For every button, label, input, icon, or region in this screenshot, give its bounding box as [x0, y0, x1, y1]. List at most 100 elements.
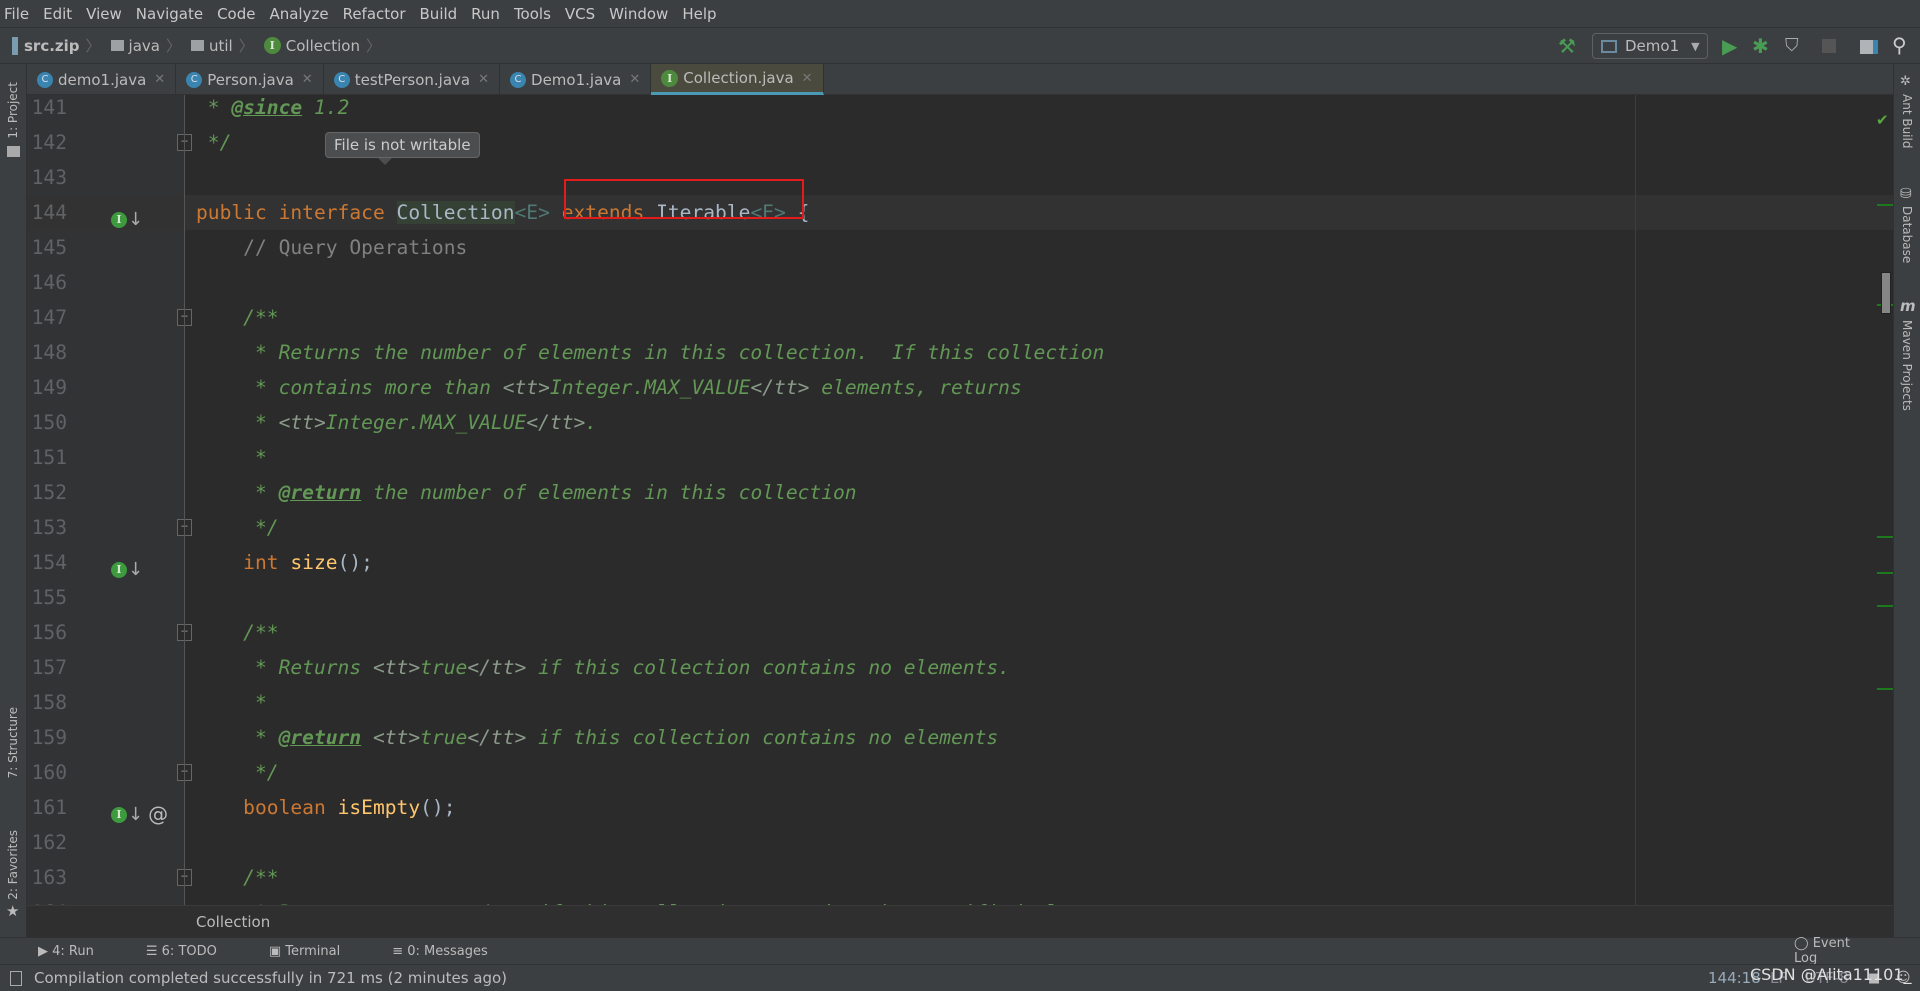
menu-build[interactable]: Build	[420, 5, 458, 23]
menu-navigate[interactable]: Navigate	[136, 5, 203, 23]
event-log-button[interactable]: ◯ Event Log	[1794, 936, 1894, 966]
code-token: */	[196, 516, 279, 539]
tab-demo1-java[interactable]: Cdemo1.java ✕	[27, 64, 177, 95]
breadcrumb-java[interactable]: java 〉	[110, 35, 181, 56]
tool-structure[interactable]: 7: Structure	[6, 707, 20, 778]
code-line: 149 * contains more than <tt>Integer.MAX…	[27, 370, 1893, 405]
code-line: 161 I ↓ @ boolean isEmpty();	[27, 790, 1893, 826]
code-token: *	[196, 96, 232, 119]
star-icon: ★	[6, 902, 20, 920]
close-tab-icon[interactable]: ✕	[302, 72, 313, 87]
run-with-coverage-icon[interactable]: ⛉	[1785, 35, 1799, 56]
breadcrumb-collection[interactable]: I Collection 〉	[263, 35, 381, 56]
tool-maven-projects[interactable]: Maven Projects	[1900, 320, 1914, 411]
tab-testperson-java[interactable]: CtestPerson.java ✕	[324, 64, 501, 95]
change-marker[interactable]	[1877, 536, 1893, 538]
tool-favorites[interactable]: 2: Favorites	[6, 830, 20, 900]
code-token: /**	[196, 621, 279, 644]
code-line: 162	[27, 825, 1893, 860]
line-number: 162	[31, 831, 67, 854]
code-token: Integer.MAX_VALUE	[325, 411, 527, 434]
code-token: <tt>	[372, 726, 421, 749]
archive-icon	[12, 36, 18, 55]
code-text: boolean isEmpty();	[196, 790, 455, 825]
code-line: 154 I ↓ int size();	[27, 545, 1893, 580]
change-marker[interactable]	[1877, 605, 1893, 607]
code-line: 142− */	[27, 125, 1893, 160]
search-everywhere-icon[interactable]: ⚲	[1892, 33, 1907, 57]
tool-database[interactable]: Database	[1900, 206, 1914, 263]
watermark: CSDN @Alita11101_	[1750, 965, 1912, 984]
run-icon[interactable]: ▶	[1722, 34, 1737, 58]
right-margin-guide	[1635, 95, 1636, 905]
tool-window-bar: ▶ 4: Run ☰ 6: TODO ▣ Terminal ≡ 0: Messa…	[0, 936, 1920, 966]
run-config-label: Demo1	[1625, 37, 1680, 55]
close-tab-icon[interactable]: ✕	[154, 72, 165, 87]
menu-help[interactable]: Help	[682, 5, 716, 23]
code-line: 164 * Returns <tt>true</tt> if this coll…	[27, 895, 1893, 905]
menu-view[interactable]: View	[86, 5, 122, 23]
close-tab-icon[interactable]: ✕	[629, 72, 640, 87]
code-text: * Returns the number of elements in this…	[196, 335, 1104, 370]
menu-file[interactable]: File	[4, 5, 29, 23]
menu-refactor[interactable]: Refactor	[343, 5, 406, 23]
tool-project[interactable]: 1: Project	[6, 82, 20, 139]
menu-vcs[interactable]: VCS	[565, 5, 595, 23]
line-number: 153	[31, 516, 67, 539]
close-tab-icon[interactable]: ✕	[802, 71, 813, 86]
change-marker[interactable]	[1877, 572, 1893, 574]
line-number: 148	[31, 341, 67, 364]
status-toggle-icon[interactable]	[10, 970, 22, 986]
code-editor[interactable]: 141 * @since 1.2142− */143144I↓public in…	[27, 95, 1893, 905]
code-token: interface	[278, 201, 397, 224]
code-token: <tt>	[502, 376, 550, 399]
code-text: * @since 1.2	[196, 95, 350, 125]
code-text: // Query Operations	[196, 230, 467, 265]
vertical-scrollbar[interactable]	[1881, 272, 1891, 314]
code-text: * Returns <tt>true</tt> if this collecti…	[196, 650, 1010, 685]
menu-run[interactable]: Run	[471, 5, 500, 23]
stop-icon[interactable]	[1822, 39, 1836, 53]
code-line: 157 * Returns <tt>true</tt> if this coll…	[27, 650, 1893, 685]
menu-tools[interactable]: Tools	[514, 5, 551, 23]
change-marker[interactable]	[1877, 204, 1893, 206]
tool-messages[interactable]: ≡ 0: Messages	[392, 944, 514, 959]
project-structure-icon[interactable]	[1860, 40, 1878, 54]
code-token: * contains more than	[196, 376, 503, 399]
highlight-box	[564, 179, 804, 219]
code-line: 144 I ↓ public interface Collection<E> exte…	[27, 195, 1893, 230]
editor-breadcrumb: Collection	[27, 905, 1893, 937]
menu-code[interactable]: Code	[217, 5, 255, 23]
fold-guide	[184, 95, 185, 905]
tool-run[interactable]: ▶ 4: Run	[38, 944, 120, 959]
code-text: */	[196, 510, 279, 545]
tool-terminal[interactable]: ▣ Terminal	[269, 944, 366, 959]
menu-window[interactable]: Window	[609, 5, 668, 23]
code-line: 155	[27, 580, 1893, 615]
build-hammer-icon[interactable]: ⚒	[1558, 34, 1576, 58]
code-line: 141 * @since 1.2	[27, 95, 1893, 125]
menu-edit[interactable]: Edit	[43, 5, 72, 23]
code-token: @return	[278, 481, 362, 504]
code-token: elements, returns	[809, 376, 1022, 399]
run-configuration-select[interactable]: Demo1 ▼	[1592, 33, 1708, 59]
tab-demo1-java[interactable]: C Demo1.java ✕	[500, 64, 652, 95]
tool-todo[interactable]: ☰ 6: TODO	[146, 944, 243, 959]
line-number: 142	[31, 131, 67, 154]
menu-analyze[interactable]: Analyze	[269, 5, 328, 23]
change-marker[interactable]	[1877, 688, 1893, 690]
folder-icon	[191, 40, 204, 51]
code-token: 1.2	[302, 96, 350, 119]
tab-collection-java[interactable]: I Collection.java ✕	[651, 64, 824, 95]
code-line: 146	[27, 265, 1893, 300]
code-token: </tt>	[467, 726, 527, 749]
tab-label: Person.java	[207, 70, 294, 89]
footer-crumb-collection[interactable]: Collection	[196, 913, 270, 931]
breadcrumb-util[interactable]: util 〉	[191, 35, 254, 56]
breadcrumb-src-zip[interactable]: src.zip 〉	[12, 35, 101, 56]
close-tab-icon[interactable]: ✕	[478, 72, 489, 87]
tab-person-java[interactable]: C Person.java ✕	[176, 64, 324, 95]
code-text: * @return <tt>true</tt> if this collecti…	[196, 720, 998, 755]
tool-ant-build[interactable]: Ant Build	[1900, 94, 1914, 148]
debug-bug-icon[interactable]: ✱	[1752, 34, 1769, 58]
